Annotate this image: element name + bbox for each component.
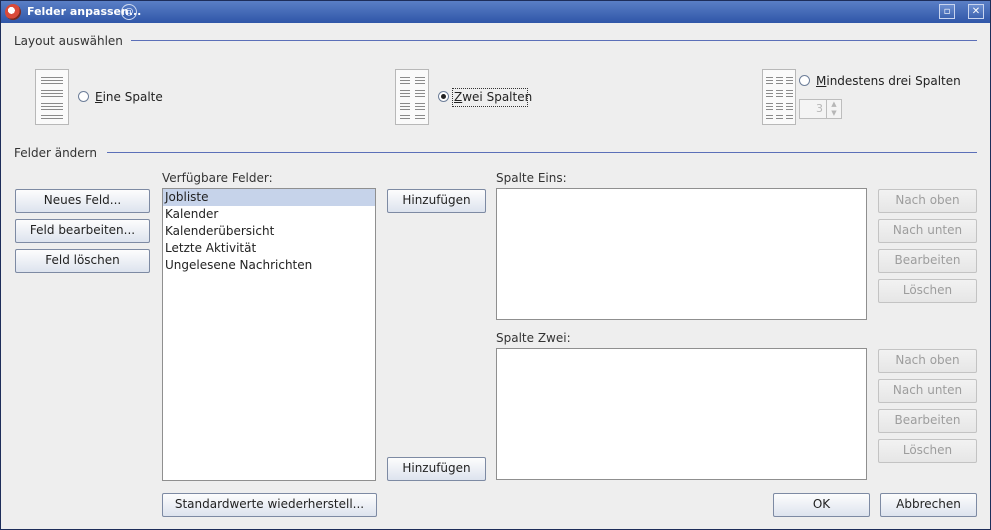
delete-field-button[interactable]: Feld löschen — [15, 249, 150, 273]
add-to-column-two-button[interactable]: Hinzufügen — [387, 457, 486, 481]
column-two-list[interactable] — [496, 348, 867, 480]
layout-section-title: Layout auswählen — [14, 34, 131, 48]
column-two-move-up-button[interactable]: Nach oben — [878, 349, 977, 373]
two-column-layout-icon — [395, 69, 429, 125]
title-decoration-icon: @ — [121, 4, 137, 20]
two-columns-radio[interactable] — [438, 91, 449, 102]
one-column-label[interactable]: Eine Spalte — [95, 90, 163, 104]
column-one-move-up-button[interactable]: Nach oben — [878, 189, 977, 213]
add-to-column-one-button[interactable]: Hinzufügen — [387, 189, 486, 213]
column-two-move-down-button[interactable]: Nach unten — [878, 379, 977, 403]
column-count-value: 3 — [816, 102, 823, 115]
list-item[interactable]: Kalenderübersicht — [163, 223, 375, 240]
available-fields-list[interactable]: Jobliste Kalender Kalenderübersicht Letzte … — [162, 188, 376, 481]
column-one-label: Spalte Eins: — [496, 171, 567, 185]
column-count-spinner[interactable]: 3 ▲ ▼ — [799, 99, 842, 119]
restore-defaults-button[interactable]: Standardwerte wiederherstell... — [162, 493, 377, 517]
edit-field-button[interactable]: Feld bearbeiten... — [15, 219, 150, 243]
column-one-edit-button[interactable]: Bearbeiten — [878, 249, 977, 273]
layout-section-divider — [121, 40, 977, 41]
one-column-layout-icon — [35, 69, 69, 125]
title-bar[interactable]: Felder anpassen... @ ▫ ✕ — [1, 1, 990, 23]
column-two-edit-button[interactable]: Bearbeiten — [878, 409, 977, 433]
cancel-button[interactable]: Abbrechen — [880, 493, 977, 517]
close-button[interactable]: ✕ — [968, 4, 984, 19]
column-one-delete-button[interactable]: Löschen — [878, 279, 977, 303]
ok-button[interactable]: OK — [773, 493, 870, 517]
list-item[interactable]: Jobliste — [163, 189, 375, 206]
dialog-window: Felder anpassen... @ ▫ ✕ Layout auswähle… — [0, 0, 991, 530]
three-columns-label[interactable]: Mindestens drei Spalten — [816, 74, 961, 88]
one-column-radio[interactable] — [78, 91, 89, 102]
three-columns-radio[interactable] — [799, 75, 810, 86]
new-field-button[interactable]: Neues Feld... — [15, 189, 150, 213]
maximize-button[interactable]: ▫ — [939, 4, 955, 19]
list-item[interactable]: Kalender — [163, 206, 375, 223]
two-columns-label[interactable]: Zwei Spalten — [454, 90, 532, 104]
fields-section-divider — [107, 152, 977, 153]
app-icon — [5, 4, 21, 20]
list-item[interactable]: Letzte Aktivität — [163, 240, 375, 257]
column-one-move-down-button[interactable]: Nach unten — [878, 219, 977, 243]
list-item[interactable]: Ungelesene Nachrichten — [163, 257, 375, 274]
column-two-label: Spalte Zwei: — [496, 331, 571, 345]
available-fields-label: Verfügbare Felder: — [162, 171, 273, 185]
column-one-list[interactable] — [496, 188, 867, 320]
column-two-delete-button[interactable]: Löschen — [878, 439, 977, 463]
three-columns-layout-icon — [762, 69, 796, 125]
spinner-arrows-icon[interactable]: ▲ ▼ — [826, 100, 841, 118]
fields-section-title: Felder ändern — [14, 146, 105, 160]
